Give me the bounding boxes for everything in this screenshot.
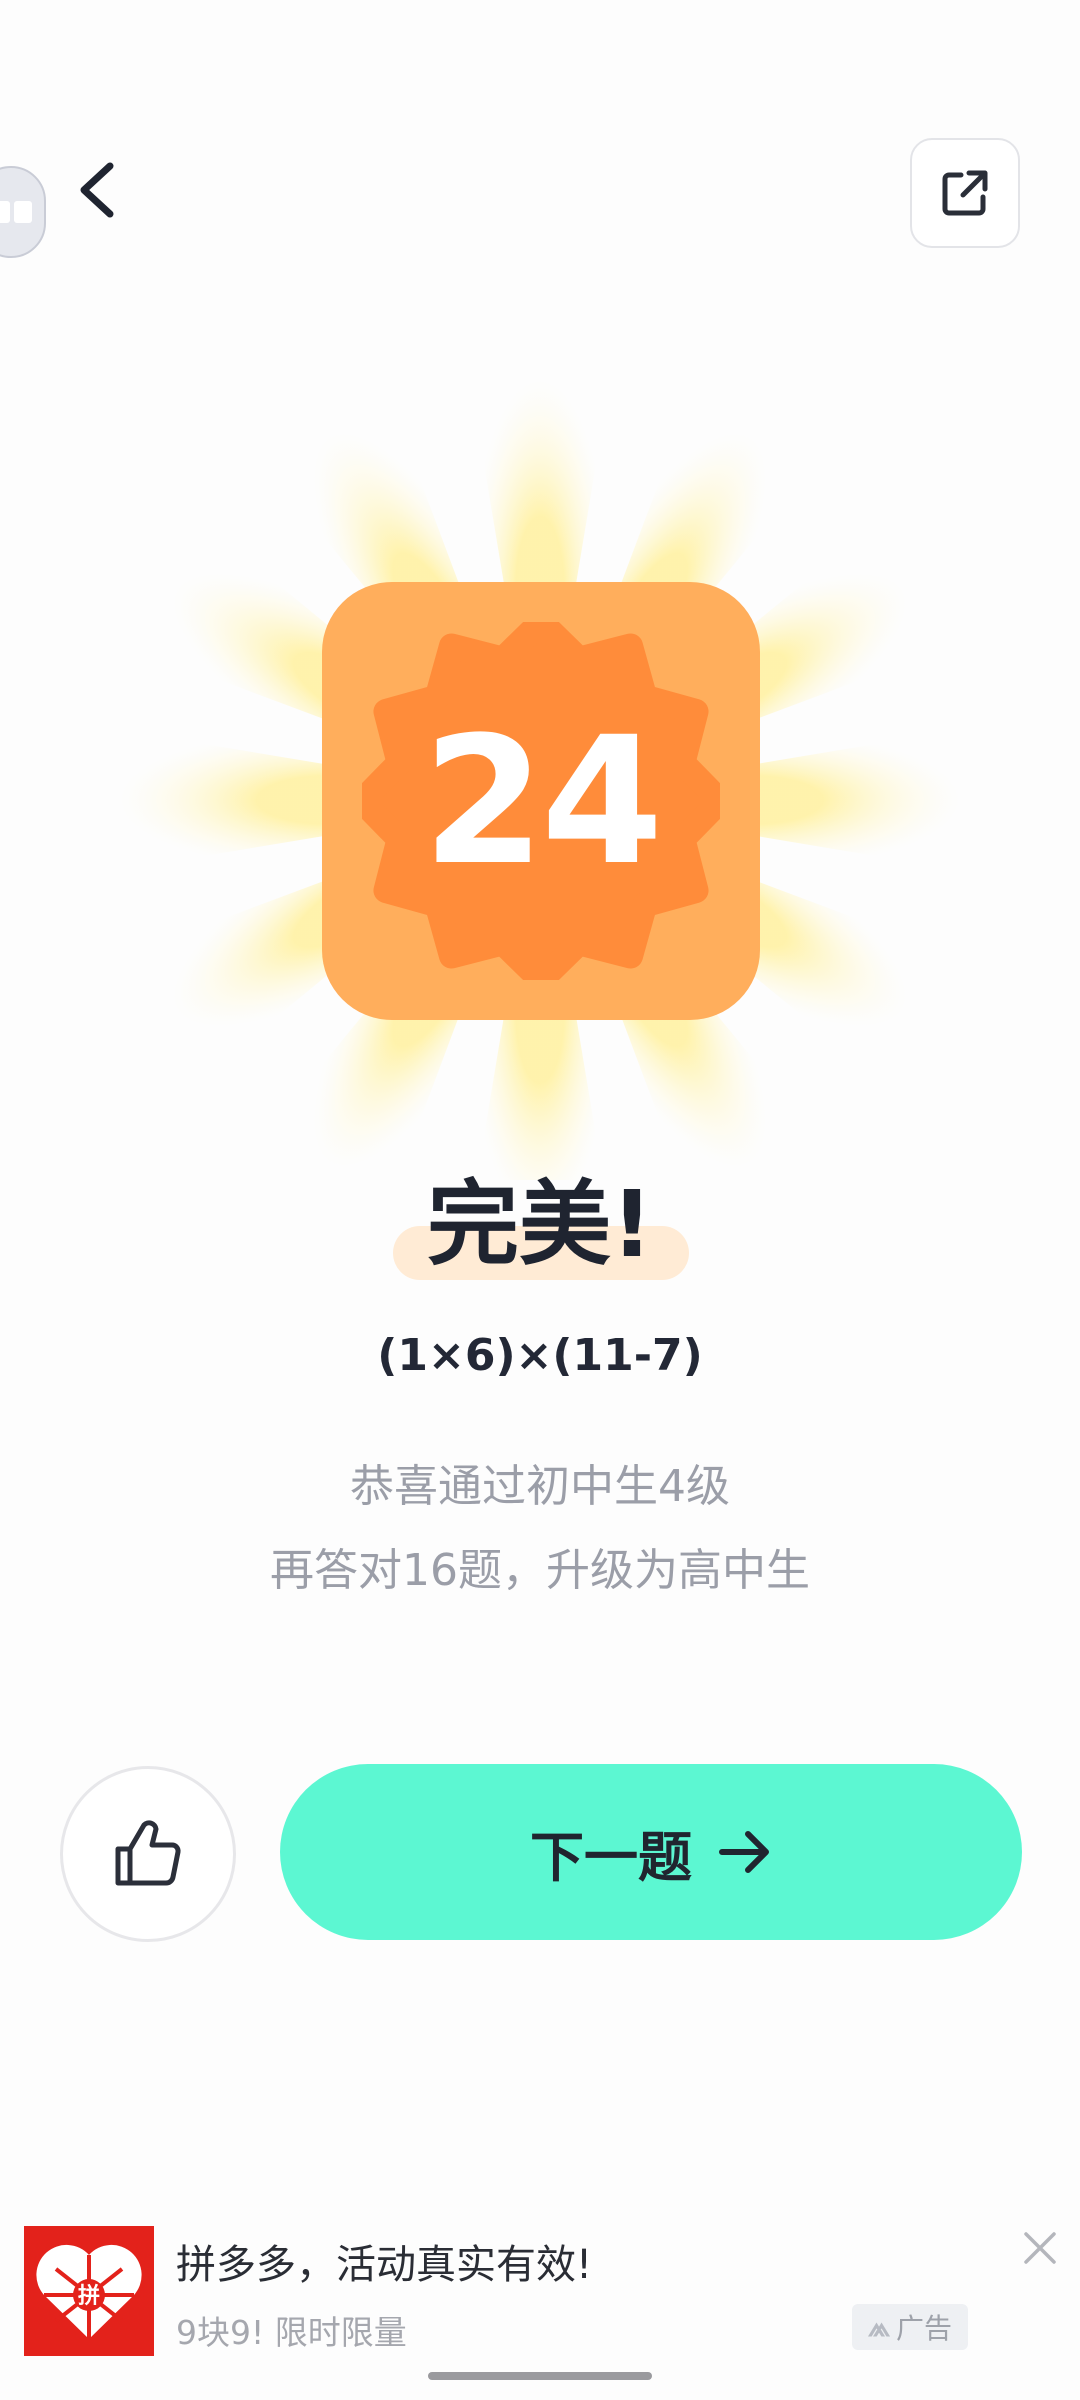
level-message: 恭喜通过初中生4级 — [350, 1461, 730, 1512]
bubble-dot-icon — [0, 201, 10, 223]
next-question-button[interactable]: 下一题 — [280, 1764, 1022, 1940]
number-card: 24 — [322, 582, 760, 1020]
next-question-label: 下一题 — [530, 1825, 692, 1889]
arrow-right-icon — [719, 1831, 769, 1873]
upgrade-message: 再答对16题，升级为高中生 — [270, 1545, 810, 1596]
back-button[interactable] — [66, 158, 130, 222]
ad-app-logo[interactable]: 拼 — [24, 2226, 154, 2356]
share-button[interactable] — [910, 138, 1020, 248]
ad-logo-text: 拼 — [78, 2283, 100, 2309]
floating-assistant-bubble[interactable] — [0, 166, 46, 258]
home-indicator[interactable] — [428, 2372, 652, 2380]
ad-title[interactable]: 拼多多，活动真实有效! — [176, 2232, 592, 2290]
ad-subtitle: 9块9! 限时限量 — [176, 2313, 407, 2352]
ad-tag-label: 广告 — [896, 2312, 953, 2345]
chevron-left-icon — [80, 162, 114, 218]
ad-tag: ⩕ 广告 — [852, 2304, 968, 2350]
close-icon — [1024, 2232, 1056, 2264]
external-share-icon — [942, 170, 988, 216]
thumbs-up-icon — [115, 1820, 181, 1886]
pinduoduo-heart-icon: 拼 — [36, 2244, 142, 2339]
result-title: 完美! — [427, 1171, 653, 1278]
bubble-dot-icon — [14, 201, 32, 223]
ad-close-button[interactable] — [1016, 2224, 1064, 2272]
like-button[interactable] — [60, 1766, 236, 1942]
ad-network-icon: ⩕ — [867, 2310, 891, 2343]
card-number: 24 — [422, 698, 664, 904]
answer-formula: (1×6)×(11-7) — [377, 1330, 703, 1381]
